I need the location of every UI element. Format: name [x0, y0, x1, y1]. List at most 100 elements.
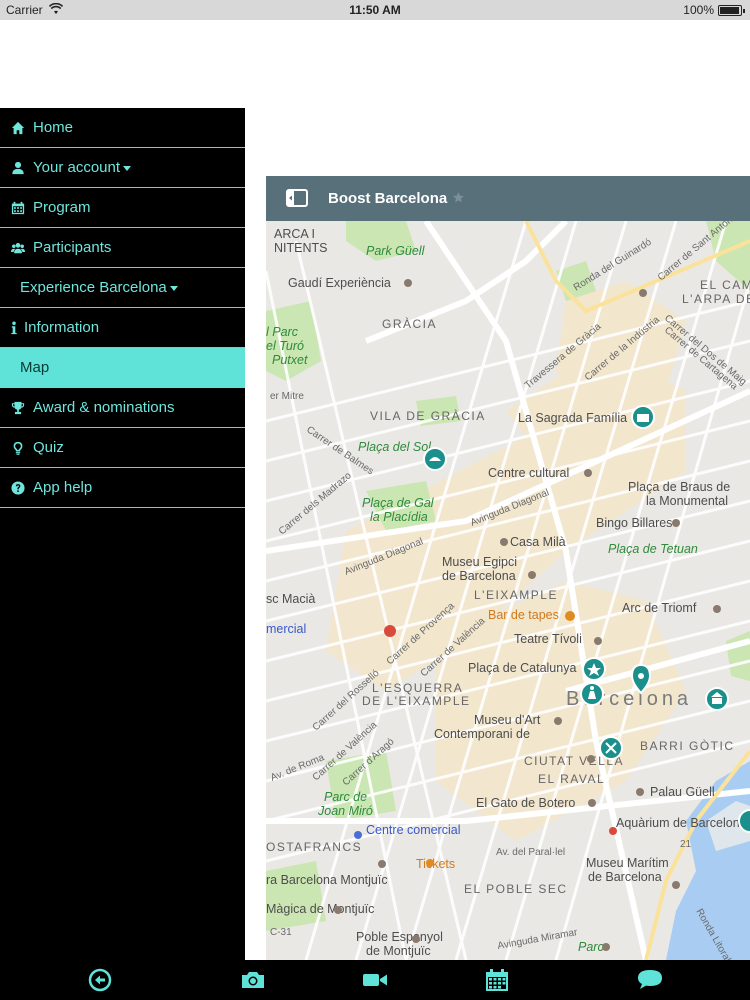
map-label: Museu Marítim: [586, 856, 669, 870]
map-label: ra Barcelona Montjuïc: [266, 873, 388, 887]
street-label: 21: [680, 839, 692, 850]
user-icon: [10, 160, 26, 176]
menu-label: Map: [20, 359, 50, 376]
menu-item-information[interactable]: Information: [0, 308, 245, 348]
map-label: L'ESQUERRA: [372, 681, 463, 695]
map-label: Teatre Tívoli: [514, 632, 582, 646]
caret-down-icon: [169, 286, 178, 291]
sidebar-toggle-icon[interactable]: [286, 189, 308, 207]
map-header: Boost Barcelona: [266, 176, 750, 221]
map-label: Aquàrium de Barcelon: [616, 816, 740, 830]
menu-item-award-nominations[interactable]: Award & nominations: [0, 388, 245, 428]
street-label: er Mitre: [270, 391, 304, 402]
map-panel: Boost Barcelona ARCA I NITENTS Park Güel…: [266, 176, 750, 960]
map-label: Palau Güell: [650, 785, 715, 799]
battery-percentage: 100%: [683, 3, 714, 17]
map-label: Màgica de Montjuïc: [266, 902, 374, 916]
map-label: el Turó: [266, 339, 304, 353]
map-label: EL POBLE SEC: [464, 882, 568, 896]
map-label: mercial: [266, 622, 306, 636]
menu-label: Quiz: [33, 439, 64, 456]
app-root: Carrier 11:50 AM 100% Home Your account …: [0, 0, 750, 1000]
map-label: Bar de tapes: [488, 608, 559, 622]
map-label: El Gato de Botero: [476, 796, 575, 810]
menu-item-quiz[interactable]: Quiz: [0, 428, 245, 468]
map-view[interactable]: ARCA I NITENTS Park Güell Gaudí Experièn…: [266, 221, 750, 960]
map-label: la Placídia: [370, 510, 428, 524]
map-label: EL RAVAL: [538, 772, 605, 786]
video-button[interactable]: [360, 966, 390, 994]
menu-item-participants[interactable]: Participants: [0, 228, 245, 268]
map-label: L'EIXAMPLE: [474, 588, 558, 602]
map-label: Parc: [578, 940, 604, 954]
map-label: Casa Milà: [510, 535, 566, 549]
street-label: C-31: [270, 927, 292, 938]
info-icon: [10, 320, 18, 336]
map-label: Putxet: [272, 353, 308, 367]
calendar-icon: [486, 969, 508, 991]
map-label: Park Güell: [366, 244, 426, 258]
map-label: Centre comercial: [366, 823, 460, 837]
menu-item-your-account[interactable]: Your account: [0, 148, 245, 188]
map-label: GRÀCIA: [382, 316, 437, 331]
map-label: OSTAFRANCS: [266, 840, 362, 854]
map-label: Museu d'Art: [474, 713, 541, 727]
map-label: Plaça de Gal: [362, 496, 435, 510]
side-menu: Home Your account Program Participants E…: [0, 108, 245, 960]
menu-item-app-help[interactable]: App help: [0, 468, 245, 508]
map-label: Plaça de Braus de: [628, 480, 730, 494]
map-label: Arc de Triomf: [622, 601, 697, 615]
menu-label: Program: [33, 199, 91, 216]
map-label: VILA DE GRÀCIA: [370, 408, 486, 423]
menu-label: Information: [24, 319, 100, 336]
map-label: Centre cultural: [488, 466, 569, 480]
map-label: la Monumental: [646, 494, 728, 508]
map-label: Plaça de Catalunya: [468, 661, 576, 675]
calendar-icon: [10, 200, 26, 216]
map-label: de Montjuïc: [366, 944, 431, 958]
menu-label: Award & nominations: [33, 399, 175, 416]
lightbulb-icon: [10, 440, 26, 456]
map-label: BARRI GÒTIC: [640, 738, 735, 753]
users-icon: [10, 240, 26, 256]
calendar-button[interactable]: [482, 966, 512, 994]
map-label: Contemporani de: [434, 727, 530, 741]
map-label: NITENTS: [274, 241, 327, 255]
back-arrow-icon: [88, 968, 112, 992]
favorite-star-icon[interactable]: [452, 191, 465, 204]
map-label: de Barcelona: [588, 870, 662, 884]
map-label: DE L'EIXAMPLE: [362, 694, 471, 708]
home-icon: [10, 120, 26, 136]
camera-button[interactable]: [238, 966, 268, 994]
video-icon: [363, 974, 387, 986]
menu-label: Home: [33, 119, 74, 136]
chat-button[interactable]: [635, 966, 665, 994]
map-label: Poble Espanyol: [356, 930, 443, 944]
back-button[interactable]: [85, 966, 115, 994]
map-label: Joan Miró: [317, 804, 373, 818]
battery-icon: [718, 5, 745, 16]
map-label: sc Macià: [266, 592, 315, 606]
chat-icon: [638, 970, 662, 989]
trophy-icon: [10, 400, 26, 416]
map-label: Tickets: [416, 857, 455, 871]
map-label: de Barcelona: [442, 569, 516, 583]
status-bar: Carrier 11:50 AM 100%: [0, 0, 750, 20]
map-label: Plaça de Tetuan: [608, 542, 698, 556]
map-label: Plaça del Sol: [358, 440, 432, 454]
bottom-tab-bar: [0, 960, 750, 1000]
menu-item-home[interactable]: Home: [0, 108, 245, 148]
street-label: Av. del Paral·lel: [496, 847, 565, 858]
menu-item-map[interactable]: Map: [0, 348, 245, 388]
map-canvas[interactable]: ARCA I NITENTS Park Güell Gaudí Experièn…: [266, 221, 750, 960]
map-label: Bingo Billares: [596, 516, 672, 530]
caret-down-icon: [123, 166, 132, 171]
map-label: ARCA I: [274, 227, 315, 241]
menu-item-experience-barcelona[interactable]: Experience Barcelona: [0, 268, 245, 308]
map-label: Gaudí Experiència: [288, 276, 391, 290]
menu-item-program[interactable]: Program: [0, 188, 245, 228]
menu-label: Experience Barcelona: [20, 279, 167, 296]
camera-icon: [242, 972, 264, 988]
map-label: La Sagrada Família: [518, 411, 627, 425]
map-label: Museu Egipci: [442, 555, 517, 569]
